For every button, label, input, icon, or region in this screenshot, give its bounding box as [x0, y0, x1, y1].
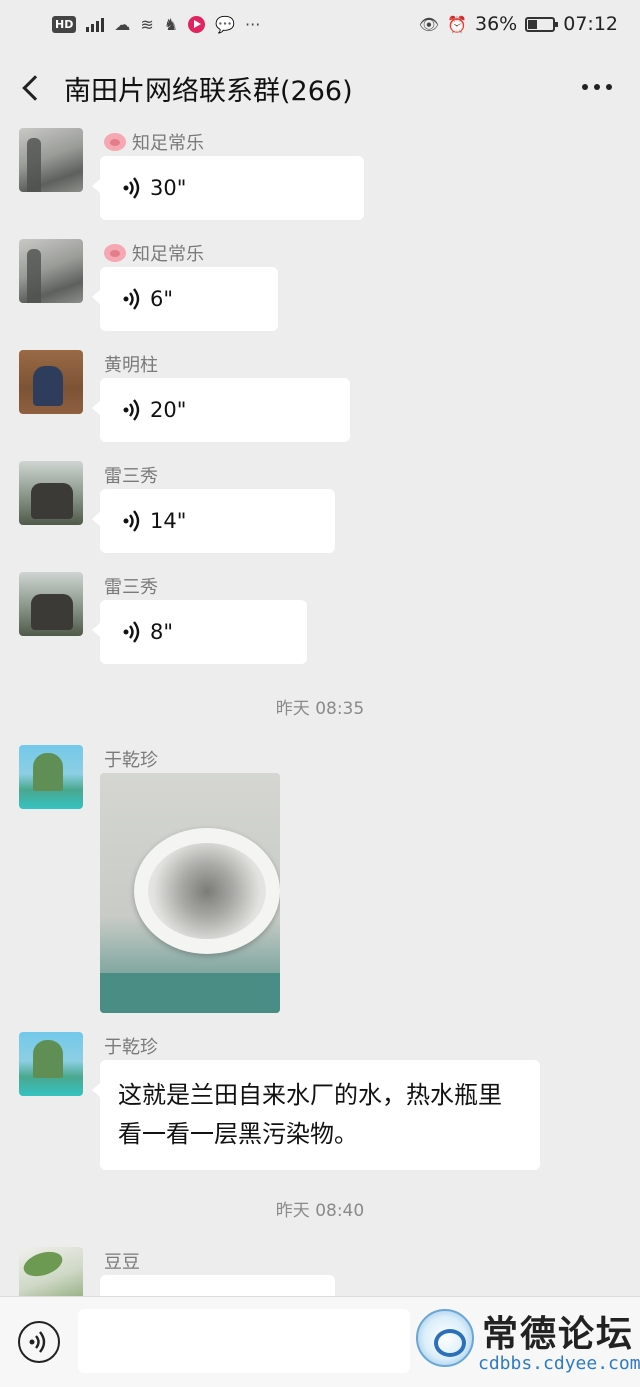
sender-name: 于乾珍: [104, 750, 158, 771]
avatar[interactable]: [19, 461, 83, 525]
voice-wave-icon: [123, 399, 140, 421]
alarm-icon: ⏰: [447, 14, 467, 34]
sender-name: 知足常乐: [132, 244, 204, 265]
message-list[interactable]: 知足常乐 30" 知足常乐 6" 黄明柱 20" 雷三秀 14" 雷三秀 8" …: [0, 128, 640, 1296]
chat-title: 南田片网络联系群(266): [64, 75, 353, 107]
voice-wave-icon: [123, 621, 140, 643]
watermark: 常德论坛 cdbbs.cdyee.com: [412, 1305, 640, 1381]
chat-bubble-icon: 💬: [215, 14, 236, 34]
video-app-icon: [188, 15, 206, 33]
voice-duration: 20": [150, 398, 187, 422]
voice-duration: 6": [150, 287, 174, 311]
voice-wave-icon: [123, 288, 140, 310]
voice-wave-icon: [123, 177, 140, 199]
image-message[interactable]: [100, 773, 280, 1013]
message-text: 这就是兰田自来水厂的水，热水瓶里看一看一层黑污染物。: [118, 1081, 502, 1148]
hd-badge: HD: [52, 15, 77, 33]
voice-wave-icon: [123, 510, 140, 532]
sender-name: 于乾珍: [104, 1037, 158, 1058]
text-message-bubble[interactable]: 这就是兰田自来水厂的水，热水瓶里看一看一层黑污染物。: [92, 1060, 540, 1170]
voice-message-bubble[interactable]: 30": [92, 156, 364, 220]
timestamp: 昨天 08:35: [275, 699, 365, 719]
avatar[interactable]: [19, 350, 83, 414]
more-options-button[interactable]: [582, 84, 612, 90]
voice-wave-icon: [29, 1331, 46, 1353]
avatar[interactable]: [19, 572, 83, 636]
pig-emoji-icon: [104, 244, 126, 262]
cloud-icon: ☁: [114, 14, 131, 34]
input-bar: 常德论坛 cdbbs.cdyee.com: [0, 1296, 640, 1387]
forum-logo-icon: [416, 1309, 474, 1367]
voice-duration: 8": [150, 620, 174, 644]
avatar[interactable]: [19, 745, 83, 809]
status-bar: HD ☁ ≋ ♞ 💬 ··· 👁 ⏰ 36% 07:12: [0, 0, 640, 48]
voice-message-bubble[interactable]: 8": [92, 600, 307, 664]
voice-duration: 14": [150, 509, 187, 533]
watermark-title: 常德论坛: [482, 1313, 635, 1355]
avatar[interactable]: [19, 128, 83, 192]
chevron-left-icon: [22, 75, 48, 101]
sender-name: 知足常乐: [132, 133, 204, 154]
watermark-url: cdbbs.cdyee.com: [478, 1353, 640, 1374]
voice-message-bubble[interactable]: 6": [92, 267, 278, 331]
squirrel-icon: ♞: [163, 14, 179, 34]
sender-name: 雷三秀: [104, 466, 158, 487]
battery-percent: 36%: [475, 13, 518, 35]
voice-message-bubble[interactable]: 20": [92, 378, 350, 442]
clock: 07:12: [563, 13, 618, 35]
sender-name: 豆豆: [104, 1252, 140, 1273]
voice-duration: 30": [150, 176, 187, 200]
avatar[interactable]: [19, 1247, 83, 1296]
more-notifications-icon: ···: [245, 14, 261, 34]
title-bar: 南田片网络联系群(266): [0, 48, 640, 128]
voice-message-bubble[interactable]: 14": [92, 489, 335, 553]
battery-icon: [525, 16, 559, 32]
avatar[interactable]: [19, 239, 83, 303]
back-button[interactable]: [0, 48, 60, 128]
eye-icon: 👁: [418, 14, 440, 34]
avatar[interactable]: [19, 1032, 83, 1096]
voice-input-button[interactable]: [18, 1321, 60, 1363]
timestamp: 昨天 08:40: [275, 1201, 365, 1221]
wifi-icon: ≋: [140, 14, 154, 34]
voice-message-bubble[interactable]: [100, 1275, 335, 1296]
cellular-signal-icon: [86, 16, 105, 32]
sender-name: 黄明柱: [104, 355, 158, 376]
message-input[interactable]: [78, 1309, 410, 1373]
sender-name: 雷三秀: [104, 577, 158, 598]
pig-emoji-icon: [104, 133, 126, 151]
